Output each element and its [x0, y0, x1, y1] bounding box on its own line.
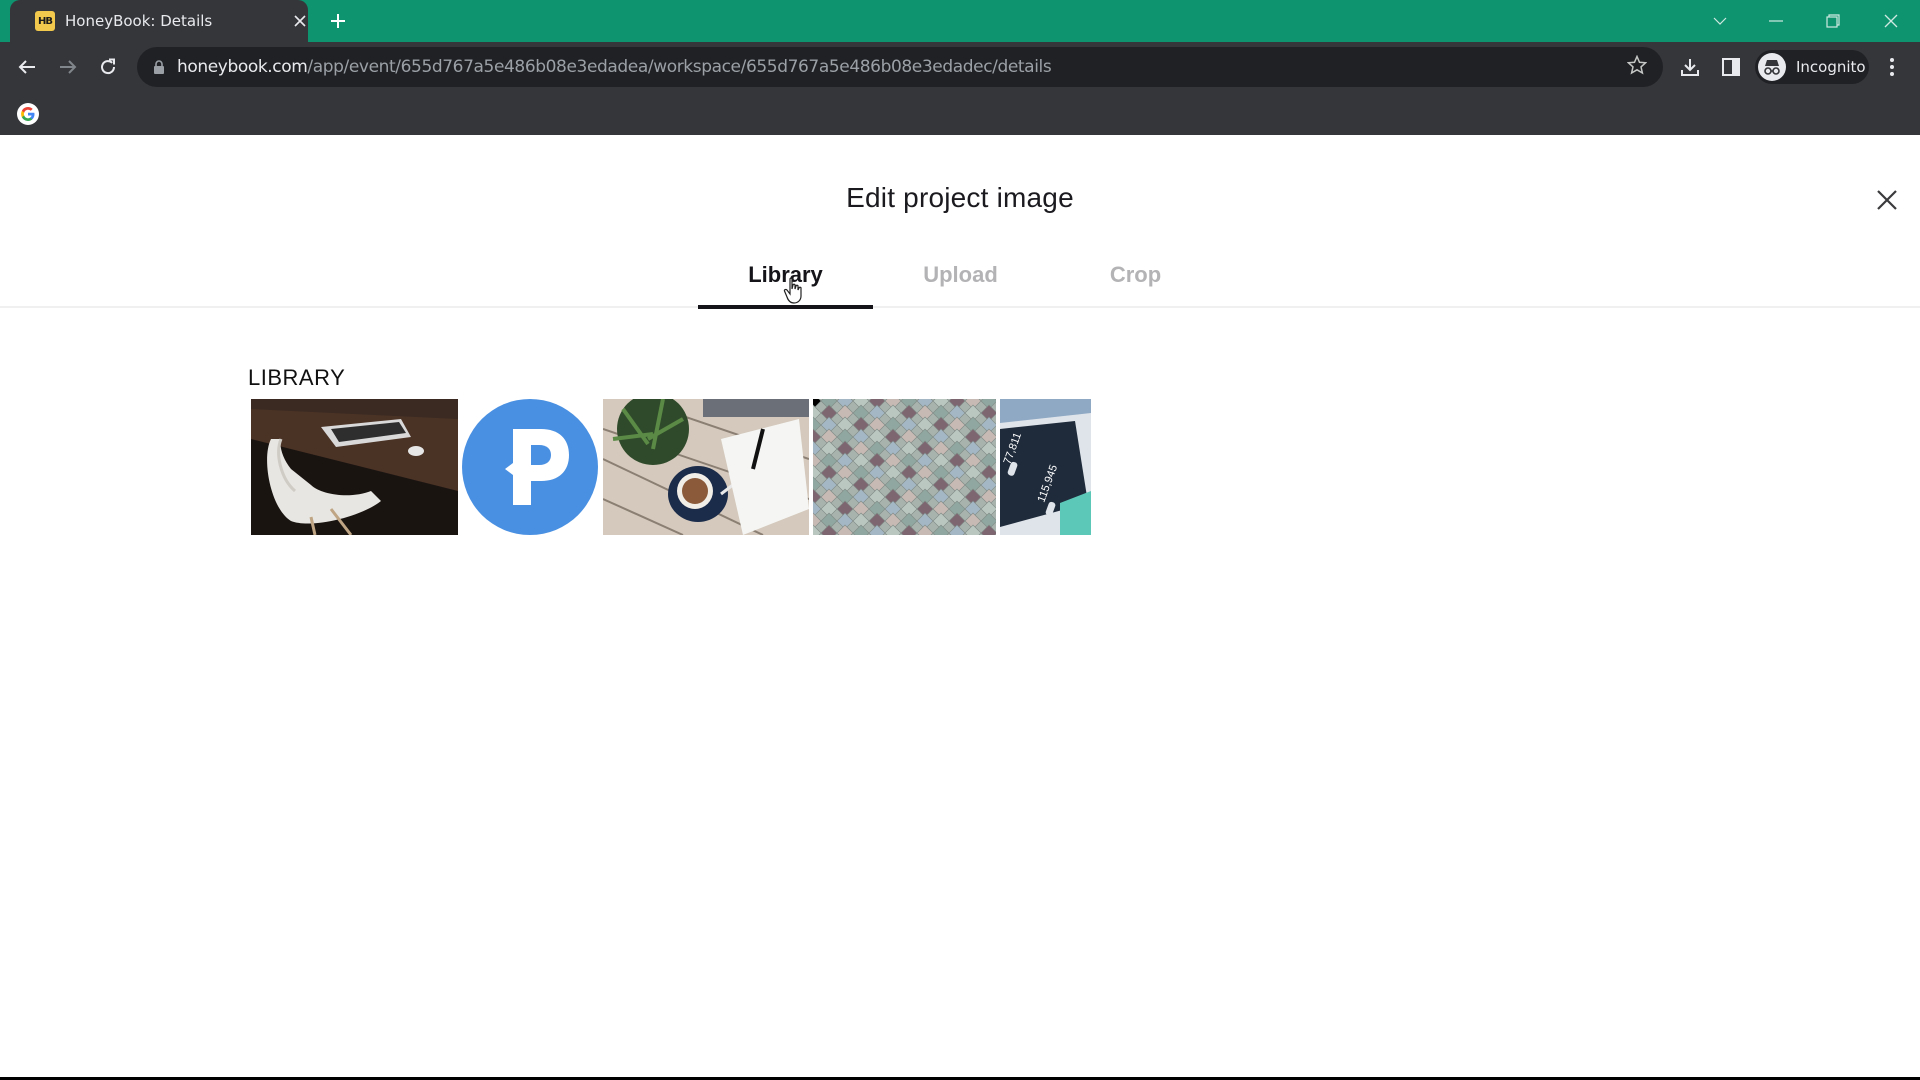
incognito-profile-button[interactable]: Incognito: [1755, 50, 1869, 84]
side-panel-icon: [1722, 58, 1740, 76]
arrow-left-icon: [18, 60, 35, 74]
arrow-right-icon: [60, 60, 77, 74]
plus-icon: [331, 14, 345, 28]
close-icon: [294, 15, 306, 27]
restore-icon: [1826, 14, 1840, 28]
p-logo-icon: [462, 399, 598, 535]
tab-crop[interactable]: Crop: [1048, 262, 1223, 306]
url-text[interactable]: honeybook.com/app/event/655d767a5e486b08…: [177, 57, 1052, 77]
kebab-dot: [1890, 65, 1894, 69]
desk-photo: [251, 399, 458, 535]
browser-toolbar: honeybook.com/app/event/655d767a5e486b08…: [0, 42, 1920, 92]
chevron-down-icon: [1713, 17, 1727, 25]
honeybook-favicon-icon: HB: [35, 11, 55, 31]
star-icon: [1626, 54, 1648, 75]
lock-icon: [154, 60, 164, 74]
active-tab-indicator: [698, 305, 873, 309]
downloads-button[interactable]: [1675, 52, 1705, 82]
tab-search-button[interactable]: [1700, 6, 1740, 36]
library-section-label: LIBRARY: [248, 365, 346, 390]
kebab-menu-icon: [1890, 58, 1894, 62]
window-close-icon: [1884, 14, 1898, 28]
minimize-button[interactable]: [1756, 6, 1796, 36]
back-button[interactable]: [11, 52, 43, 82]
tabs-divider: [0, 306, 1920, 308]
browser-menu-button[interactable]: [1880, 52, 1904, 82]
bookmark-google[interactable]: [17, 103, 39, 125]
library-image-desk[interactable]: [251, 399, 458, 535]
url-path: /app/event/655d767a5e486b08e3edadea/work…: [307, 57, 1052, 77]
tiles-photo: [813, 399, 996, 535]
library-image-coffee-notebook[interactable]: [603, 399, 809, 535]
download-icon: [1681, 59, 1699, 76]
library-image-tiles[interactable]: [813, 399, 996, 535]
incognito-icon: [1758, 53, 1786, 81]
browser-tab[interactable]: HB HoneyBook: Details: [10, 0, 308, 42]
bookmarks-bar: [0, 92, 1920, 135]
tab-upload[interactable]: Upload: [873, 262, 1048, 306]
address-bar[interactable]: honeybook.com/app/event/655d767a5e486b08…: [137, 47, 1663, 87]
hand-cursor-icon: [783, 277, 802, 304]
forward-button[interactable]: [52, 52, 84, 82]
close-icon: [1877, 190, 1897, 210]
restore-button[interactable]: [1813, 6, 1853, 36]
library-image-p-logo[interactable]: [461, 399, 599, 535]
coffee-notebook-photo: [603, 399, 809, 535]
minimize-icon: [1769, 20, 1783, 22]
tab-close-button[interactable]: [290, 9, 310, 33]
phone-stats-photo: 77,811 115,945: [1000, 399, 1091, 535]
edit-project-image-modal: Edit project image Library Upload Crop L…: [0, 135, 1920, 1077]
new-tab-button[interactable]: [326, 8, 350, 34]
library-image-phone-stats[interactable]: 77,811 115,945: [1000, 399, 1091, 535]
reload-icon: [101, 58, 116, 75]
kebab-dot: [1890, 72, 1894, 76]
modal-close-button[interactable]: [1872, 185, 1902, 215]
browser-titlebar: HB HoneyBook: Details: [0, 0, 1920, 42]
incognito-label: Incognito: [1796, 58, 1866, 76]
window-close-button[interactable]: [1871, 6, 1911, 36]
bookmark-star-button[interactable]: [1625, 54, 1649, 79]
tab-title: HoneyBook: Details: [65, 12, 213, 30]
side-panel-button[interactable]: [1716, 52, 1746, 82]
google-icon: [21, 107, 35, 121]
reload-button[interactable]: [92, 52, 124, 82]
url-host: honeybook.com: [177, 57, 308, 77]
modal-title: Edit project image: [846, 182, 1074, 213]
